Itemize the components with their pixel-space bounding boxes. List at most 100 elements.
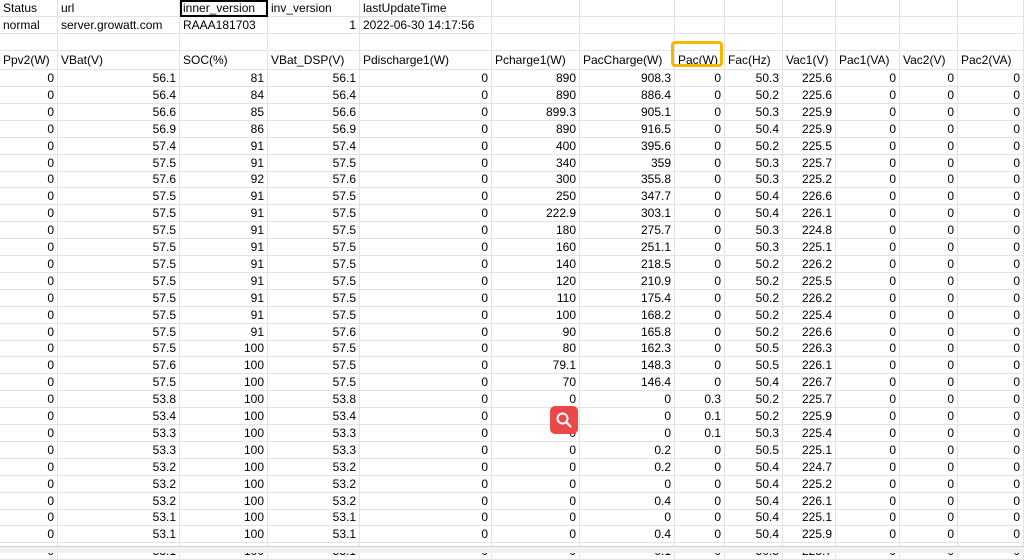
table-cell[interactable]: 0.4	[580, 492, 675, 510]
table-cell[interactable]: 225.7	[783, 391, 836, 409]
table-cell[interactable]: 250	[492, 188, 580, 206]
table-cell[interactable]: 0	[0, 188, 58, 206]
table-cell[interactable]: 50.5	[725, 441, 783, 459]
table-cell[interactable]: 225.9	[783, 408, 836, 425]
table-cell[interactable]: 86	[180, 120, 268, 138]
table-cell[interactable]: 0	[360, 340, 492, 358]
table-cell[interactable]: 0	[958, 154, 1024, 172]
table-cell[interactable]: 0	[836, 323, 900, 341]
table-cell[interactable]: 0	[958, 374, 1024, 392]
table-cell[interactable]: 50.3	[725, 103, 783, 121]
table-cell[interactable]: 0	[0, 441, 58, 459]
table-cell[interactable]: 56.1	[268, 70, 360, 87]
table-cell[interactable]: 56.9	[268, 120, 360, 138]
table-cell[interactable]: 0	[958, 357, 1024, 375]
table-cell[interactable]: 0	[360, 103, 492, 121]
table-cell[interactable]: 0	[836, 408, 900, 425]
table-cell[interactable]: 0	[0, 289, 58, 307]
table-cell[interactable]: 57.5	[268, 306, 360, 324]
table-cell[interactable]: 90	[492, 323, 580, 341]
table-cell[interactable]: 218.5	[580, 255, 675, 273]
table-cell[interactable]: 0	[492, 492, 580, 510]
table-cell[interactable]: 57.5	[268, 205, 360, 223]
table-cell[interactable]: 53.3	[268, 441, 360, 459]
table-cell[interactable]: 0	[675, 120, 725, 138]
table-cell[interactable]: 57.5	[58, 222, 180, 240]
table-cell[interactable]: 0	[675, 255, 725, 273]
column-header[interactable]: PacCharge(W)	[580, 51, 675, 70]
table-cell[interactable]: 0	[836, 391, 900, 409]
table-cell[interactable]: 0	[900, 188, 958, 206]
table-cell[interactable]: 0	[836, 154, 900, 172]
table-cell[interactable]: 225.9	[783, 526, 836, 544]
table-cell[interactable]: 300	[492, 171, 580, 189]
table-cell[interactable]: 0	[900, 154, 958, 172]
table-cell[interactable]: 226.2	[783, 255, 836, 273]
table-cell[interactable]: 110	[492, 289, 580, 307]
table-cell[interactable]: 226.7	[783, 374, 836, 392]
table-cell[interactable]: 0	[360, 255, 492, 273]
table-cell[interactable]: 50.2	[725, 255, 783, 273]
cell[interactable]	[900, 17, 958, 34]
table-cell[interactable]: 225.6	[783, 86, 836, 104]
table-cell[interactable]: 80	[492, 340, 580, 358]
table-cell[interactable]: 53.4	[268, 408, 360, 425]
cell[interactable]	[900, 0, 958, 17]
table-cell[interactable]: 50.2	[725, 272, 783, 290]
table-cell[interactable]: 0	[675, 340, 725, 358]
table-cell[interactable]: 57.5	[268, 154, 360, 172]
table-cell[interactable]: 0	[675, 306, 725, 324]
table-cell[interactable]: 0	[0, 120, 58, 138]
info-value-cell[interactable]: normal	[0, 17, 58, 34]
table-cell[interactable]: 0	[675, 475, 725, 493]
table-cell[interactable]: 225.2	[783, 475, 836, 493]
table-cell[interactable]: 0	[675, 171, 725, 189]
table-cell[interactable]: 0	[0, 171, 58, 189]
table-cell[interactable]: 0	[836, 475, 900, 493]
table-cell[interactable]: 0	[958, 272, 1024, 290]
table-cell[interactable]: 0	[675, 239, 725, 256]
cell[interactable]	[675, 0, 725, 17]
table-cell[interactable]: 53.1	[268, 509, 360, 527]
table-cell[interactable]: 100	[180, 424, 268, 442]
table-cell[interactable]: 57.5	[58, 239, 180, 256]
table-cell[interactable]: 100	[180, 475, 268, 493]
table-cell[interactable]: 0	[900, 357, 958, 375]
table-cell[interactable]: 0	[836, 306, 900, 324]
table-cell[interactable]: 100	[180, 408, 268, 425]
table-cell[interactable]: 0	[958, 408, 1024, 425]
table-cell[interactable]: 100	[180, 374, 268, 392]
table-cell[interactable]: 226.1	[783, 357, 836, 375]
table-cell[interactable]: 0	[900, 255, 958, 273]
table-cell[interactable]: 0	[360, 492, 492, 510]
table-cell[interactable]: 50.4	[725, 205, 783, 223]
table-cell[interactable]: 100	[180, 441, 268, 459]
table-cell[interactable]: 0	[900, 70, 958, 87]
table-cell[interactable]: 905.1	[580, 103, 675, 121]
table-cell[interactable]: 0	[836, 222, 900, 240]
table-cell[interactable]: 91	[180, 188, 268, 206]
table-cell[interactable]: 57.5	[268, 255, 360, 273]
table-cell[interactable]: 0	[0, 391, 58, 409]
table-cell[interactable]: 0.2	[580, 441, 675, 459]
column-header[interactable]: Ppv2(W)	[0, 51, 58, 70]
table-cell[interactable]: 50.4	[725, 509, 783, 527]
table-cell[interactable]: 0	[900, 475, 958, 493]
table-cell[interactable]: 226.2	[783, 289, 836, 307]
table-cell[interactable]: 890	[492, 120, 580, 138]
cell[interactable]	[492, 34, 580, 51]
column-header[interactable]: Vac2(V)	[900, 51, 958, 70]
table-cell[interactable]: 57.6	[268, 171, 360, 189]
table-cell[interactable]: 0	[675, 492, 725, 510]
cell[interactable]	[268, 34, 360, 51]
table-cell[interactable]: 57.6	[58, 357, 180, 375]
table-cell[interactable]: 0	[900, 120, 958, 138]
table-cell[interactable]: 0	[675, 154, 725, 172]
table-cell[interactable]: 57.5	[268, 239, 360, 256]
table-cell[interactable]: 57.4	[268, 137, 360, 155]
table-cell[interactable]: 50.3	[725, 239, 783, 256]
column-header[interactable]: VBat_DSP(V)	[268, 51, 360, 70]
cell[interactable]	[360, 34, 492, 51]
table-cell[interactable]: 57.5	[268, 289, 360, 307]
info-value-cell[interactable]: 2022-06-30 14:17:56	[360, 17, 492, 34]
